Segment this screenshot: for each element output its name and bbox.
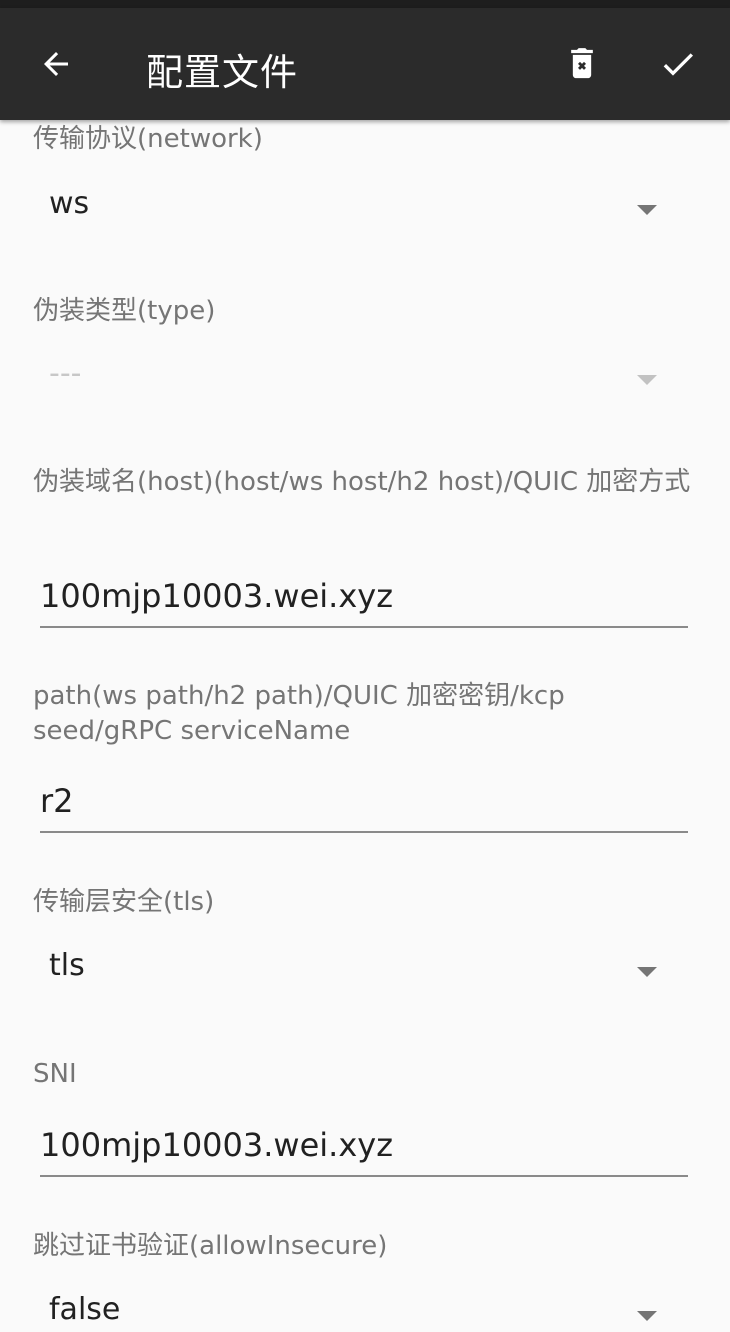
host-field[interactable] [40,566,688,628]
allow-insecure-label: 跳过证书验证(allowInsecure) [33,1231,388,1261]
sni-input[interactable] [40,1121,688,1169]
type-label: 伪装类型(type) [33,296,216,326]
allow-insecure-value: false [49,1292,121,1327]
host-label: 伪装域名(host)(host/ws host/h2 host)/QUIC 加密… [33,467,691,497]
dropdown-arrow-icon [637,967,657,977]
dropdown-arrow-icon [637,1311,657,1321]
network-value: ws [49,186,90,221]
save-button[interactable] [648,34,708,94]
delete-button[interactable] [552,34,612,94]
delete-icon [571,48,593,79]
check-icon [663,53,693,76]
network-label: 传输协议(network) [33,124,263,154]
tls-spinner[interactable]: tls [33,938,697,1008]
tls-label: 传输层安全(tls) [33,887,215,917]
host-input[interactable] [40,572,688,620]
sni-label: SNI [33,1059,77,1089]
sni-field[interactable] [40,1115,688,1177]
app-bar: 配置文件 [0,8,730,120]
status-bar [0,0,730,8]
back-button[interactable] [26,34,86,94]
tls-value: tls [49,948,85,983]
path-field[interactable] [40,771,688,833]
allow-insecure-spinner[interactable]: false [33,1282,697,1332]
path-input[interactable] [40,777,688,825]
page-title: 配置文件 [146,51,298,94]
arrow-back-icon [44,52,68,76]
type-spinner[interactable]: --- [33,346,697,416]
dropdown-arrow-icon [637,205,657,215]
path-label: path(ws path/h2 path)/QUIC 加密密钥/kcp seed… [33,681,565,746]
network-spinner[interactable]: ws [33,176,697,246]
dropdown-arrow-icon [637,375,657,385]
type-value: --- [49,356,82,391]
